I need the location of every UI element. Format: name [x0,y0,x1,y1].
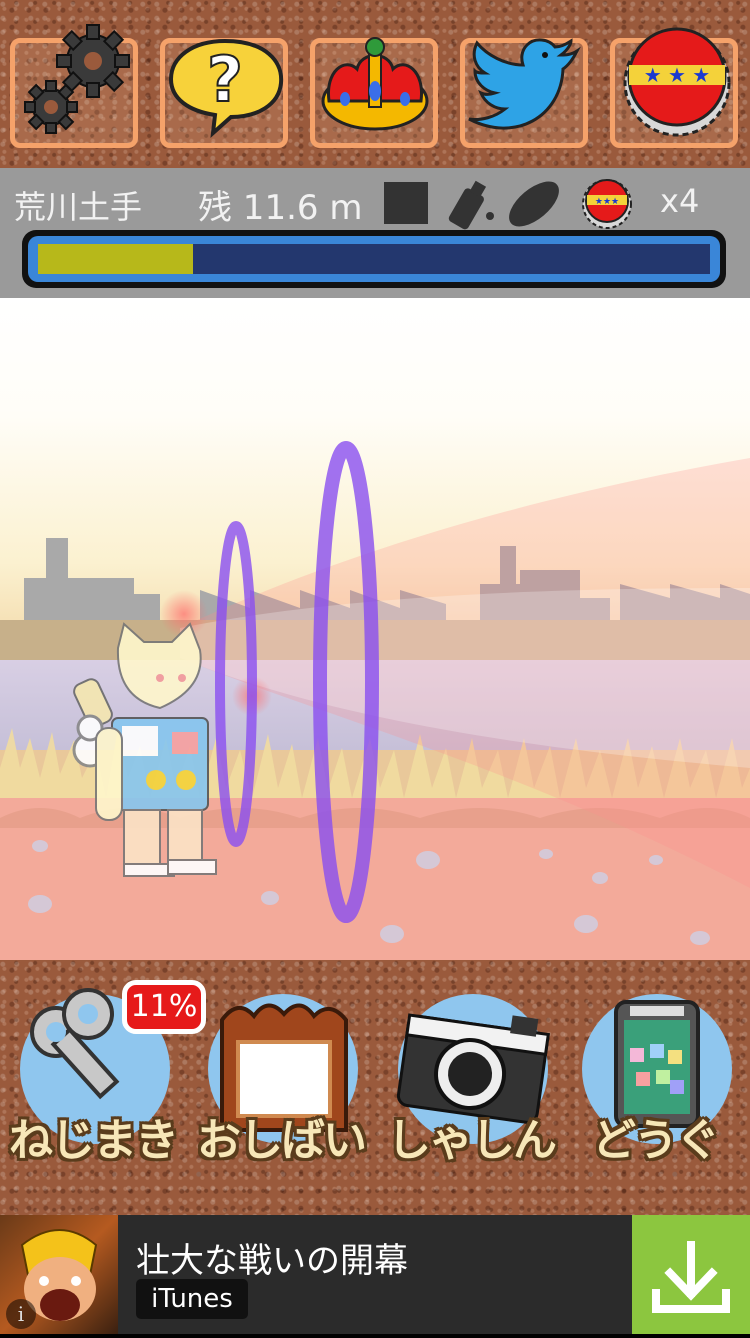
tools-button[interactable]: どうぐ [570,980,740,1190]
settings-button[interactable] [10,24,138,148]
question-bubble-icon: ? [168,38,284,138]
bottlecap-icon: ★ ★ ★ [623,27,731,137]
remaining-distance: 残 11.6 m [198,188,363,228]
twitter-bird-icon [468,38,581,130]
ad-image[interactable]: i [0,1215,118,1334]
bottlecap-count-icon: ★★★ [582,179,632,229]
windup-percent-badge: 11% [122,980,206,1034]
bottlecap-button[interactable]: ★ ★ ★ [610,27,738,148]
status-bar: 荒川土手 残 11.6 m ★★★ x4 [0,168,750,298]
tools-label: どうぐ [592,1115,720,1166]
sole-item-icon [509,181,559,227]
action-bar: ねじまき 11% おしばい しゃしん どうぐ [0,960,750,1215]
ad-download-button[interactable] [632,1215,750,1334]
ranking-button[interactable] [310,37,438,148]
game-scene[interactable] [0,298,750,960]
square-item-icon [384,182,428,224]
photo-button[interactable]: しゃしん [386,980,557,1190]
svg-text:?: ? [207,43,243,116]
ad-store-badge: iTunes [136,1279,248,1319]
ad-info-icon[interactable]: i [6,1299,36,1329]
gears-icon [24,24,130,134]
top-toolbar: ? ★ ★ ★ [0,0,750,168]
cap-count: x4 [660,182,700,220]
download-icon [652,1241,730,1313]
ad-banner[interactable]: i 壮大な戦いの開幕 iTunes [0,1215,750,1334]
help-button[interactable]: ? [160,38,288,148]
spray-item-icon [448,180,494,230]
progress-fill [38,244,193,274]
twitter-button[interactable] [460,38,588,148]
play-label: おしばい [197,1115,367,1166]
ad-title: 壮大な戦いの開幕 [136,1241,408,1281]
play-button[interactable]: おしばい [196,980,367,1190]
windup-label: ねじまき [9,1115,179,1166]
svg-text:★ ★ ★: ★ ★ ★ [644,63,711,87]
photo-label: しゃしん [387,1115,557,1166]
crown-icon [321,37,429,131]
distance-progress-bar [22,230,726,288]
svg-text:★★★: ★★★ [595,197,619,207]
location-label: 荒川土手 [14,188,143,226]
